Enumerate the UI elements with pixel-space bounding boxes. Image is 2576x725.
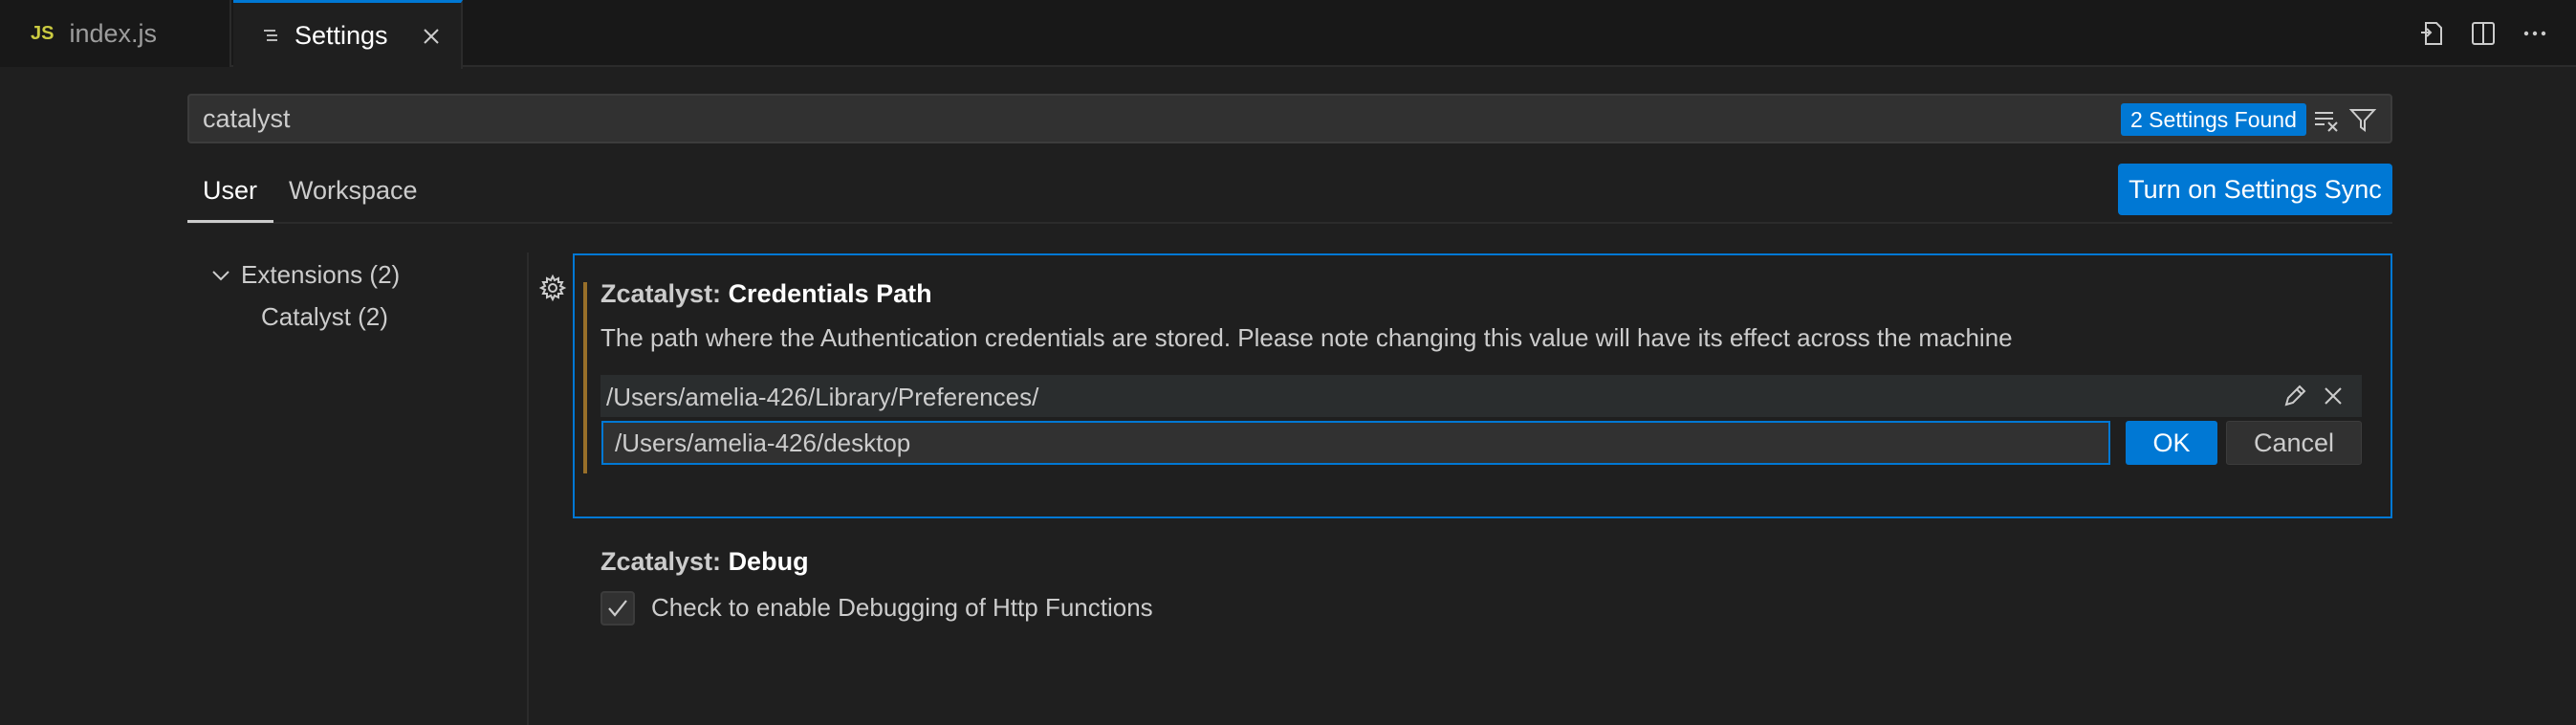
settings-search-box: 2 Settings Found [187,94,2392,143]
scope-tab-workspace[interactable]: Workspace [289,176,418,206]
setting-category: Zcatalyst: [600,279,729,308]
active-scope-underline [187,220,273,223]
debug-checkbox-label: Check to enable Debugging of Http Functi… [651,593,1153,622]
cancel-button[interactable]: Cancel [2226,421,2362,465]
scope-divider [187,222,2392,224]
tab-label: index.js [69,18,158,48]
js-file-icon: JS [31,22,55,44]
filter-icon[interactable] [2347,103,2379,136]
setting-title: Zcatalyst: Credentials Path [600,279,932,309]
settings-search-input[interactable] [203,96,2096,142]
toc-extensions-label: Extensions (2) [241,260,401,289]
setting-title: Zcatalyst: Debug [600,547,809,577]
more-icon[interactable] [2517,15,2553,52]
tab-label: Settings [295,21,388,50]
editor-actions [2413,15,2553,52]
tab-settings[interactable]: Settings [233,0,463,69]
setting-name: Credentials Path [728,279,932,308]
toc-extensions[interactable]: Extensions (2) [210,260,400,290]
toc-divider [527,253,529,725]
close-icon[interactable] [415,20,448,53]
chevron-down-icon [210,265,231,286]
list-item[interactable]: /Users/amelia-426/Library/Preferences/ [600,375,2362,417]
list-item-value: /Users/amelia-426/Library/Preferences/ [606,383,1039,411]
debug-checkbox[interactable] [600,591,635,626]
gear-icon[interactable] [538,274,567,302]
check-icon [608,600,627,617]
results-count-badge: 2 Settings Found [2121,103,2306,136]
setting-description: The path where the Authentication creden… [600,323,2013,352]
edit-icon[interactable] [2280,381,2310,411]
toc-catalyst[interactable]: Catalyst (2) [261,302,388,332]
modified-indicator [583,282,587,473]
open-file-icon[interactable] [2413,15,2450,52]
toc-catalyst-label: Catalyst (2) [261,302,388,331]
tab-index-js[interactable]: JS index.js [0,0,231,67]
setting-name: Debug [728,547,809,576]
turn-on-settings-sync-button[interactable]: Turn on Settings Sync [2118,164,2392,215]
split-editor-icon[interactable] [2465,15,2501,52]
setting-category: Zcatalyst: [600,547,729,576]
scope-tab-user[interactable]: User [203,176,257,206]
credentials-path-input[interactable] [601,421,2110,465]
clear-filter-icon[interactable] [2310,103,2343,136]
ok-button[interactable]: OK [2126,421,2217,465]
editor-tab-bar: JS index.js Settings [0,0,2576,69]
close-icon[interactable] [2318,381,2348,411]
settings-lines-icon [262,27,281,46]
